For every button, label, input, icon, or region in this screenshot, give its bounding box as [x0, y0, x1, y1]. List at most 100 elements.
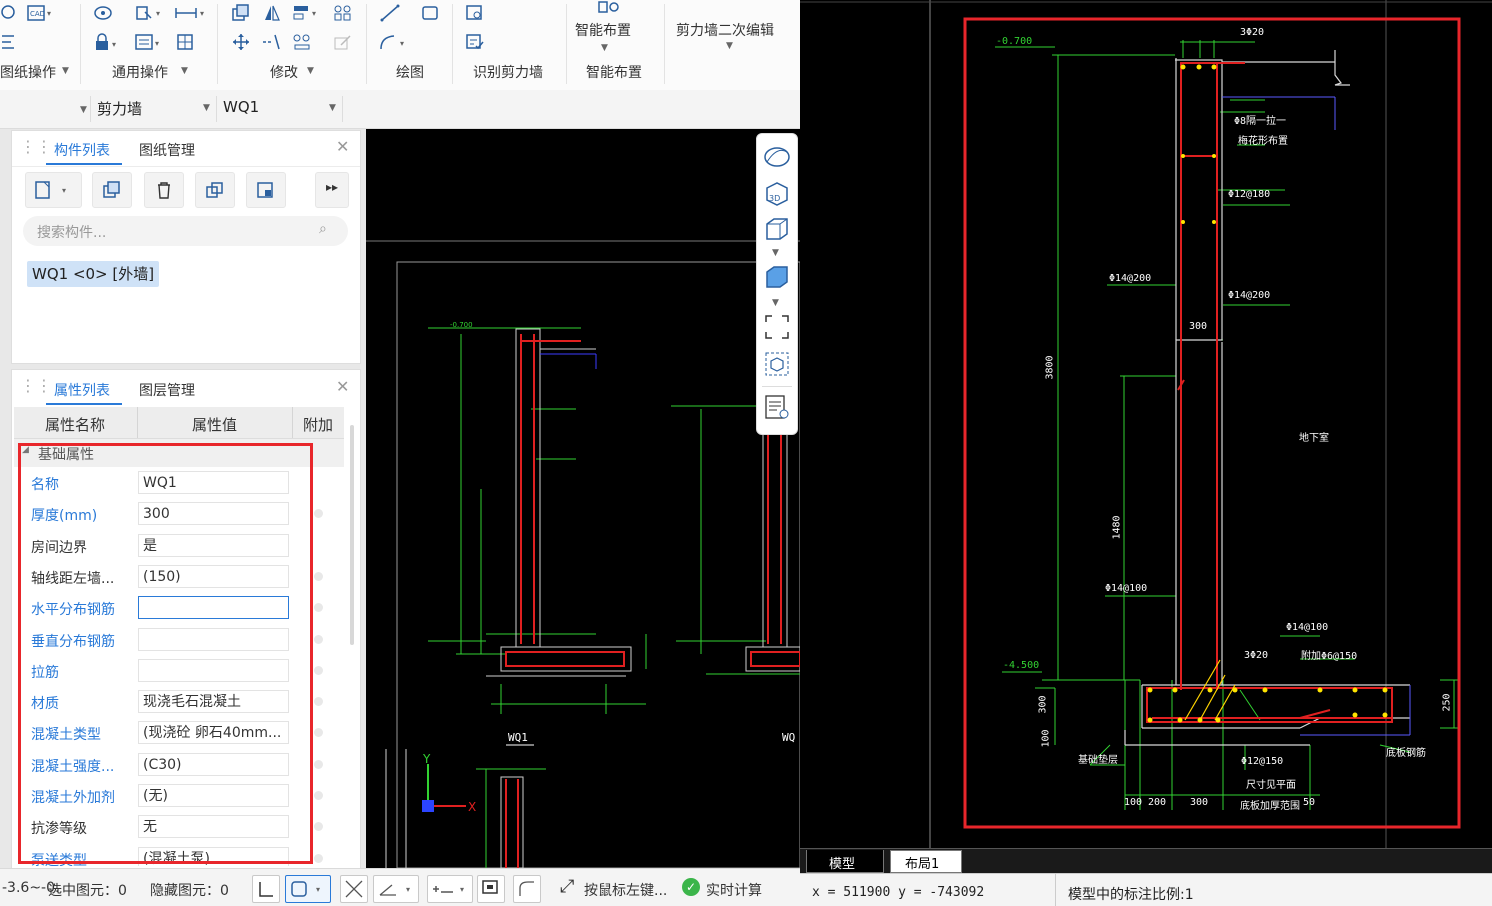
attach-indicator[interactable] — [314, 853, 323, 863]
annot-12-150: Φ12@150 — [1241, 756, 1284, 767]
property-value-field[interactable]: 是 — [138, 533, 289, 557]
ribbon-group-smart-layout[interactable]: 智能布置 — [586, 62, 642, 82]
annot-bottom-rebar: 3Φ20 — [1244, 650, 1269, 661]
property-row[interactable]: 垂直分布钢筋 — [16, 625, 346, 656]
chevron-down-icon[interactable]: ▼ — [772, 298, 779, 308]
property-value-field[interactable] — [138, 658, 289, 682]
annot-14-100-left: Φ14@100 — [1105, 583, 1148, 594]
property-value-field[interactable]: 300 — [138, 502, 289, 526]
attach-indicator[interactable] — [314, 728, 323, 738]
property-row[interactable]: 混凝土外加剂 (无) — [16, 781, 346, 812]
smart-layout-button[interactable]: 智能布置 — [575, 20, 631, 40]
property-row[interactable]: 混凝土强度... (C30) — [16, 750, 346, 781]
attach-indicator[interactable] — [314, 822, 323, 832]
svg-text:Y: Y — [422, 752, 431, 766]
property-row[interactable]: 名称 WQ1 — [16, 468, 346, 499]
annot-elev-bottom: -4.500 — [1003, 660, 1040, 671]
annot-dim-300-left: 300 — [1037, 695, 1049, 714]
annot-14-200-right: Φ14@200 — [1228, 290, 1271, 301]
attach-indicator[interactable] — [314, 634, 323, 644]
svg-text:3D: 3D — [769, 194, 780, 203]
identify-wall-icon[interactable] — [465, 4, 485, 22]
property-value-field[interactable]: (C30) — [138, 752, 289, 776]
annot-d200: 200 — [1148, 797, 1167, 808]
orbit-icon[interactable] — [763, 144, 791, 170]
attach-indicator[interactable] — [314, 509, 323, 519]
attach-indicator[interactable] — [314, 759, 323, 769]
arc-icon[interactable]: ▾ — [378, 33, 410, 51]
cad-coords: x = 511900 y = -743092 — [812, 885, 985, 900]
cad-drawing[interactable] — [800, 0, 1492, 848]
display-settings-icon[interactable] — [764, 394, 790, 420]
ribbon-group-identify-wall[interactable]: 识别剪力墙 — [473, 62, 543, 82]
property-value-field[interactable]: WQ1 — [138, 471, 289, 494]
cube-view-icon[interactable] — [764, 216, 790, 242]
attach-indicator[interactable] — [314, 697, 323, 707]
annot-note4: 底板加厚范围 — [1240, 801, 1300, 812]
property-row[interactable]: 轴线距左墙... (150) — [16, 562, 346, 593]
solid-view-icon[interactable] — [764, 264, 790, 290]
property-row[interactable]: 抗渗等级 无 — [16, 812, 346, 843]
property-row[interactable]: 材质 现浇毛石混凝土 — [16, 687, 346, 718]
property-row[interactable]: 拉筋 — [16, 656, 346, 687]
hidden-count: 隐藏图元：0 — [150, 883, 229, 899]
property-row[interactable]: 水平分布钢筋 — [16, 593, 346, 624]
3d-view-icon[interactable]: 3D — [764, 180, 790, 206]
tab-model[interactable]: 模型 — [806, 850, 884, 873]
annot-dim-1480: 1480 — [1111, 515, 1123, 540]
property-value-field[interactable]: (混凝土泵) — [138, 846, 289, 866]
attach-indicator[interactable] — [314, 791, 323, 800]
property-value-field[interactable]: (150) — [138, 564, 289, 588]
property-value-field[interactable] — [138, 596, 289, 620]
drawing-label-wq: WQ — [782, 731, 795, 744]
box-select-icon[interactable] — [764, 351, 790, 377]
fit-view-icon[interactable] — [764, 314, 790, 340]
check-wall-icon[interactable] — [465, 33, 485, 51]
shear-wall-edit-button[interactable]: 剪力墙二次编辑 — [676, 20, 774, 40]
property-row[interactable]: 泵送类型 (混凝土泵) — [16, 844, 346, 866]
annot-note1: Φ8隔一拉一 — [1234, 116, 1287, 127]
arc-snap-toggle[interactable] — [513, 875, 541, 903]
expand-icon[interactable]: ⤢ — [560, 876, 574, 897]
property-name: 泵送类型 — [31, 852, 87, 866]
property-name: 房间边界 — [31, 539, 87, 556]
tab-layout1[interactable]: 布局1 — [890, 850, 962, 873]
drawing-canvas[interactable]: -0.700 WQ1 WQ Y X — [366, 129, 800, 868]
property-row[interactable]: 房间边界 是 — [16, 531, 346, 562]
chevron-down-icon[interactable]: ▼ — [726, 41, 733, 51]
property-value-field[interactable]: 现浇毛石混凝土 — [138, 690, 289, 714]
svg-text:-0.700: -0.700 — [450, 321, 473, 329]
svg-text:▾: ▾ — [316, 885, 320, 894]
attach-indicator[interactable] — [314, 603, 323, 613]
property-value-field[interactable]: (无) — [138, 784, 289, 807]
property-value-field[interactable]: 无 — [138, 815, 289, 839]
realtime-calc[interactable]: 实时计算 — [706, 880, 762, 900]
cross-toggle[interactable] — [340, 875, 368, 903]
chevron-down-icon[interactable]: ▼ — [772, 248, 779, 258]
snap-toggle[interactable]: ▾ — [285, 875, 331, 903]
annot-12-180: Φ12@180 — [1228, 189, 1271, 200]
attach-indicator[interactable] — [314, 571, 323, 581]
property-name: 材质 — [31, 696, 59, 713]
selected-count: 选中图元：0 — [48, 883, 127, 899]
angle-toggle[interactable]: ▾ — [373, 875, 419, 903]
dimension-toggle[interactable]: ▾ — [427, 875, 473, 903]
annot-d50: 50 — [1303, 797, 1316, 808]
property-row[interactable]: 混凝土类型 (现浇砼 卵石40mm... — [16, 718, 346, 749]
ortho-toggle[interactable] — [252, 875, 280, 903]
line-icon[interactable] — [380, 4, 400, 22]
attach-indicator[interactable] — [314, 665, 323, 675]
svg-text:▾: ▾ — [400, 39, 404, 48]
display-toggle[interactable] — [477, 875, 505, 903]
smart-layout-icon[interactable] — [595, 0, 621, 14]
rectangle-icon[interactable] — [420, 4, 440, 22]
chevron-down-icon[interactable]: ▼ — [601, 43, 608, 53]
property-value-field[interactable]: (现浇砼 卵石40mm... — [138, 721, 289, 745]
property-name: 混凝土强度... — [31, 758, 115, 775]
annot-mesh: 附加Φ6@150 — [1301, 651, 1358, 662]
property-row[interactable]: 厚度(mm) 300 — [16, 499, 346, 530]
cad-scale-label: 模型中的标注比例:1 — [1068, 887, 1194, 903]
check-icon: ✓ — [682, 878, 700, 896]
property-value-field[interactable] — [138, 627, 289, 651]
ribbon-group-draw[interactable]: 绘图 — [396, 62, 424, 82]
